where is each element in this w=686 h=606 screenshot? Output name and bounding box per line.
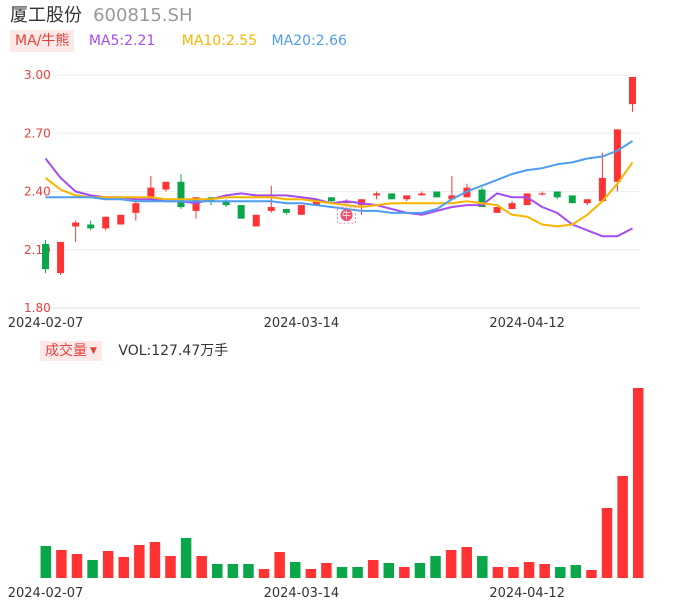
volume-bar [570,565,582,578]
volume-bar [165,556,176,578]
candle-body [252,214,260,227]
candlesticks [42,76,636,275]
candle-body [388,193,396,200]
volume-bar [243,564,254,578]
candle-body [297,205,305,215]
candle-body [87,224,95,229]
volume-bar [227,564,239,578]
volume-bar [399,567,410,578]
candle-body [267,207,275,211]
volume-bar [180,538,192,578]
candle-body [553,191,561,198]
volume-bar [555,567,566,578]
candle-body [538,193,546,195]
volume-bar [71,554,83,578]
candle-body [237,205,245,219]
volume-x-tick-label: 2024-03-14 [264,586,340,601]
candle-body [177,181,185,208]
candle-body [162,181,170,190]
volume-bar [430,556,441,578]
volume-bar [40,546,52,578]
volume-bar [414,563,426,578]
volume-bar [586,570,597,578]
volume-bar [134,545,145,578]
y-tick-label: 2.70 [24,126,51,140]
volume-bar [601,508,613,578]
candle-body [327,197,335,202]
volume-bar [149,542,161,578]
y-tick-label: 1.80 [24,301,51,315]
volume-x-tick-label: 2024-04-12 [489,586,565,601]
candle-body [493,207,501,213]
y-tick-label: 3.00 [24,68,51,82]
volume-bars [40,388,644,578]
volume-bar [352,567,363,578]
volume-bar [87,560,98,578]
moving-average-lines [44,140,634,238]
volume-bar [274,552,285,578]
candle-body [568,195,576,204]
candle-body [418,193,426,196]
price-grid [38,74,640,309]
volume-bar [508,567,519,578]
x-tick-label: 2024-02-07 [8,316,84,331]
volume-bar [118,557,129,578]
volume-bar [102,551,114,578]
volume-bar [196,556,207,578]
candle-body [117,214,125,225]
volume-bar [305,569,317,578]
volume-bar [445,550,457,578]
volume-bar [367,560,379,578]
volume-bar [477,556,488,578]
candle-body [282,208,290,213]
volume-bar [383,563,395,578]
volume-date-axis: 2024-02-07 2024-03-14 2024-04-12 [8,586,565,601]
bull-marker-label: 牛 [342,210,351,222]
volume-bar [289,562,301,578]
stock-chart[interactable]: 3.002.702.402.101.80 牛 2024-02-07 2024-03… [0,0,686,606]
volume-bar [492,567,504,578]
volume-bar [461,547,472,578]
candle-body [42,243,50,270]
candle-body [433,191,441,198]
candle-body [403,195,411,200]
candle-body [613,129,621,182]
price-date-axis: 2024-02-07 2024-03-14 2024-04-12 [8,316,565,331]
candle-body [57,241,65,274]
volume-bar [632,388,644,578]
volume-bar [523,562,535,578]
volume-x-tick-label: 2024-02-07 [8,586,84,601]
x-tick-label: 2024-03-14 [264,316,340,331]
volume-bar [617,476,628,578]
volume-bar [56,550,67,578]
candle-body [583,199,591,204]
price-axis: 3.002.702.402.101.80 [24,68,51,315]
candle-body [102,216,110,229]
x-tick-label: 2024-04-12 [489,316,565,331]
volume-bar [212,564,223,578]
volume-bar [336,567,348,578]
candle-body [72,222,80,227]
candle-body [132,203,140,213]
candle-body [508,203,516,209]
volume-bar [258,569,270,578]
candle-body [628,76,636,105]
volume-bar [539,564,550,578]
volume-bar [321,563,332,578]
candle-body [373,193,381,196]
